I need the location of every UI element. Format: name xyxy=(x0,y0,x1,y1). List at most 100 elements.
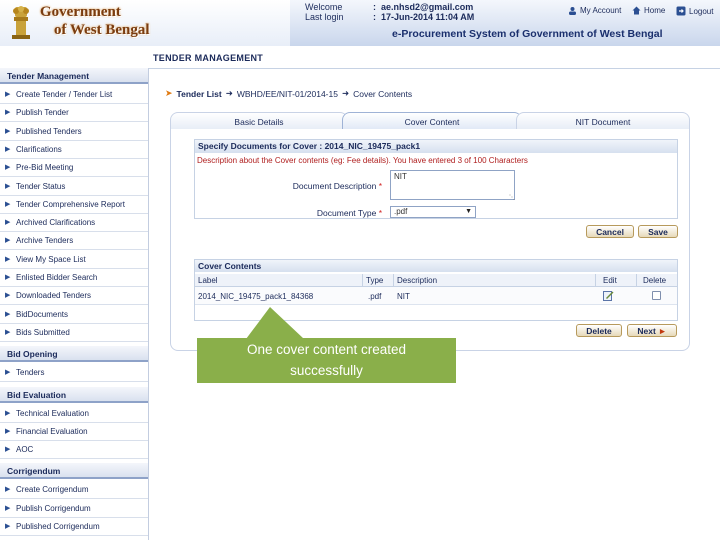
delete-button[interactable]: Delete xyxy=(576,324,622,337)
menu-arrow-icon: ▶ xyxy=(5,504,11,512)
state-emblem-icon xyxy=(12,6,30,39)
sidebar-item-label: Create Tender / Tender List xyxy=(16,90,113,99)
sidebar-item-label: Tenders xyxy=(16,368,45,378)
menu-arrow-icon: ▶ xyxy=(5,200,11,208)
sidebar-item[interactable]: ▶ Publish Tender xyxy=(0,105,148,123)
sidebar-item[interactable]: ▶ View My Space List xyxy=(0,252,148,269)
sidebar-section-heading: Tender Management xyxy=(0,68,148,84)
menu-arrow-icon: ▶ xyxy=(5,255,11,263)
doc-type-value: .pdf xyxy=(394,207,408,216)
sidebar-item[interactable]: ▶ Technical Evaluation xyxy=(0,406,148,423)
sidebar-item[interactable]: ▶ Create Tender / Tender List xyxy=(0,87,148,104)
sidebar-item[interactable]: ▶ Published Tenders xyxy=(0,124,148,141)
doc-description-label: Document Description * xyxy=(262,181,382,191)
breadcrumb-arrow-icon: ➤ xyxy=(165,88,173,98)
last-login-label: Last login xyxy=(305,12,344,22)
sidebar-item-label: Technical Evaluation xyxy=(16,408,89,418)
menu-arrow-icon: ▶ xyxy=(5,274,11,281)
sidebar-item-label: Publish Tender xyxy=(16,108,69,118)
breadcrumb-tender-ref[interactable]: WBHD/EE/NIT-01/2014-15 xyxy=(237,89,338,99)
sidebar-item[interactable]: ▶ BidDocuments xyxy=(0,307,148,324)
menu-arrow-icon: ▶ xyxy=(5,127,11,135)
menu-arrow-icon: ▶ xyxy=(5,427,11,435)
site-logo-text: Government of West Bengal xyxy=(40,3,150,39)
sidebar-item[interactable]: ▶ Archive Tenders xyxy=(0,233,148,251)
tab-cover-content[interactable]: Cover Content xyxy=(342,112,522,130)
cancel-button[interactable]: Cancel xyxy=(586,225,634,238)
breadcrumb-tender-list[interactable]: Tender List xyxy=(177,89,222,99)
required-mark: * xyxy=(378,181,382,191)
callout-pointer xyxy=(246,307,304,339)
cover-contents-heading: Cover Contents xyxy=(195,260,677,272)
logo-line-2: of West Bengal xyxy=(54,22,150,38)
doc-description-input[interactable]: NIT xyxy=(390,170,515,200)
home-label: Home xyxy=(644,6,666,15)
sidebar-item[interactable]: ▶ Tender Status xyxy=(0,179,148,196)
sidebar-item-label: Pre-Bid Meeting xyxy=(16,163,74,173)
menu-arrow-icon: ▶ xyxy=(5,164,11,172)
breadcrumb: ➤ Tender List ➜ WBHD/EE/NIT-01/2014-15 ➜… xyxy=(165,88,412,99)
menu-arrow-icon: ▶ xyxy=(5,523,11,530)
menu-arrow-icon: ▶ xyxy=(5,328,11,336)
menu-arrow-icon: ▶ xyxy=(5,219,11,227)
next-button[interactable]: Next ► xyxy=(627,324,677,337)
last-login-colon: : xyxy=(373,12,376,22)
logo-line-1: Government xyxy=(40,4,121,20)
user-icon xyxy=(569,7,576,15)
menu-arrow-icon: ▶ xyxy=(5,182,11,190)
sidebar-item-label: Published Corrigendum xyxy=(16,522,100,531)
sidebar-item[interactable]: ▶ Tender Comprehensive Report xyxy=(0,197,148,214)
sidebar-item-label: Downloaded Tenders xyxy=(16,291,92,301)
tabs-bar: Basic Details Cover Content NIT Document xyxy=(170,112,690,130)
sidebar-item-label: Tender Status xyxy=(16,181,66,191)
menu-arrow-icon: ▶ xyxy=(5,109,11,117)
sidebar-item-label: Publish Corrigendum xyxy=(16,503,91,513)
tab-nit-document[interactable]: NIT Document xyxy=(516,112,690,130)
sidebar-item-label: BidDocuments xyxy=(16,309,69,319)
column-header-delete: Delete xyxy=(643,276,667,285)
success-callout: One cover content created successfully xyxy=(197,338,456,383)
sidebar-item[interactable]: ▶ Bids Submitted xyxy=(0,325,148,342)
next-label: Next xyxy=(637,326,656,336)
breadcrumb-separator-icon: ➜ xyxy=(225,88,233,98)
doc-type-select[interactable]: .pdf ▼ xyxy=(390,206,476,218)
edit-icon[interactable] xyxy=(603,290,614,301)
sidebar-item[interactable]: ▶ Published Corrigendum xyxy=(0,519,148,536)
delete-checkbox[interactable] xyxy=(652,291,661,300)
column-header-description: Description xyxy=(397,276,438,285)
menu-arrow-icon: ▶ xyxy=(5,310,11,318)
sidebar-item-label: Clarifications xyxy=(16,144,62,154)
save-button[interactable]: Save xyxy=(638,225,678,238)
sidebar-section-heading: Bid Evaluation xyxy=(0,386,148,403)
doc-type-label-text: Document Type xyxy=(316,208,377,218)
sidebar-item[interactable]: ▶ Financial Evaluation xyxy=(0,424,148,441)
section-title: TENDER MANAGEMENT xyxy=(153,53,264,63)
doc-description-label-text: Document Description xyxy=(292,181,377,191)
menu-arrow-icon: ▶ xyxy=(5,145,11,153)
logout-icon xyxy=(676,6,686,16)
logout-link[interactable]: Logout xyxy=(676,6,713,16)
sidebar-item[interactable]: ▶ Archived Clarifications xyxy=(0,215,148,233)
arrow-right-icon: ► xyxy=(658,326,667,336)
sidebar-item[interactable]: ▶ Pre-Bid Meeting xyxy=(0,160,148,178)
breadcrumb-cover-contents: Cover Contents xyxy=(353,88,413,99)
my-account-link[interactable]: My Account xyxy=(568,6,621,15)
sidebar-item[interactable]: ▶ Create Corrigendum xyxy=(0,482,148,500)
resize-handle-icon[interactable]: ⋱ xyxy=(509,194,515,201)
required-mark: * xyxy=(378,208,382,218)
home-link[interactable]: Home xyxy=(632,6,665,15)
sidebar-item[interactable]: ▶ Enlisted Bidder Search xyxy=(0,270,148,287)
callout-line-2: successfully xyxy=(290,363,363,378)
sidebar-item[interactable]: ▶ Tenders xyxy=(0,365,148,383)
column-header-type: Type xyxy=(366,276,384,285)
sidebar-item[interactable]: ▶ Publish Corrigendum xyxy=(0,501,148,518)
tab-basic-details[interactable]: Basic Details xyxy=(170,112,348,130)
my-account-label: My Account xyxy=(580,6,622,15)
sidebar-item-label: Archive Tenders xyxy=(16,236,74,246)
sidebar-item[interactable]: ▶ Downloaded Tenders xyxy=(0,288,148,306)
welcome-label: Welcome xyxy=(305,2,343,12)
sidebar-item[interactable]: ▶ Clarifications xyxy=(0,142,148,159)
sidebar: Tender Management ▶ Create Tender / Tender… xyxy=(0,68,149,540)
menu-arrow-icon: ▶ xyxy=(5,369,11,377)
sidebar-item[interactable]: ▶ AOC xyxy=(0,442,148,460)
